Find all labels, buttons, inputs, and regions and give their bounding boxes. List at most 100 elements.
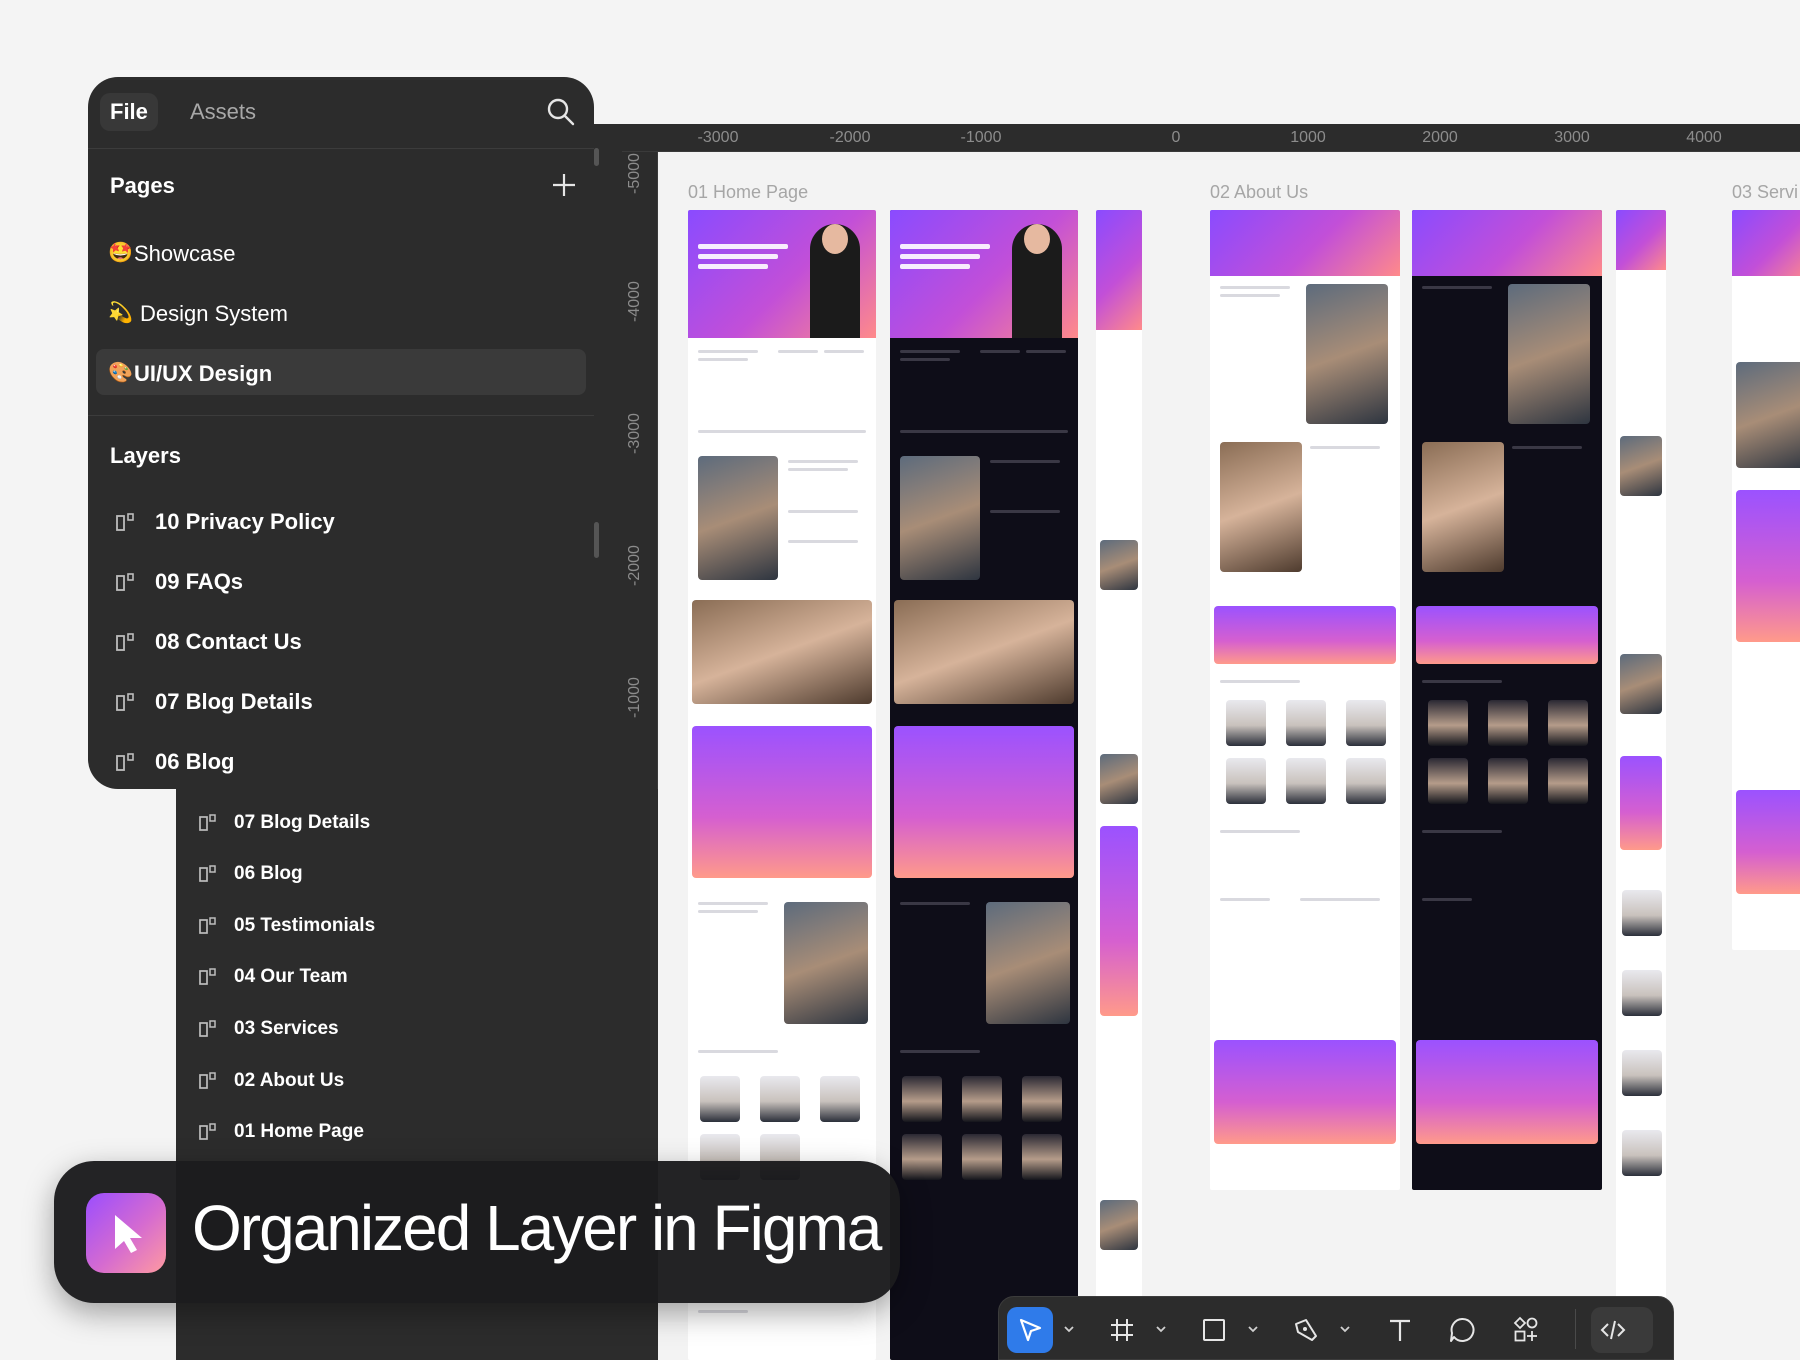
hero-person-image: [1012, 224, 1062, 338]
page-item-label: Showcase: [134, 241, 236, 266]
pen-tool-button[interactable]: [1283, 1307, 1329, 1353]
layer-item[interactable]: 07 Blog Details: [176, 801, 658, 845]
layer-item[interactable]: 06 Blog: [176, 852, 658, 896]
frame-label-services[interactable]: 03 Servi: [1732, 182, 1798, 203]
palette-emoji-icon: 🎨: [108, 360, 133, 384]
layers-title: Layers: [110, 443, 181, 468]
promo-banner: Organized Layer in Figma: [54, 1161, 900, 1303]
components-icon: [1513, 1316, 1538, 1342]
layer-label: 03 Services: [234, 1018, 339, 1039]
section-icon: [198, 916, 218, 936]
panel-tabs: File Assets: [88, 77, 594, 149]
text-tool-button[interactable]: [1377, 1307, 1423, 1353]
rectangle-icon: [1203, 1319, 1225, 1341]
tab-file[interactable]: File: [100, 93, 158, 131]
panel-edge: [594, 124, 622, 789]
layer-item[interactable]: 07 Blog Details: [88, 677, 594, 727]
move-tool-button[interactable]: [1007, 1307, 1053, 1353]
pen-icon: [1295, 1319, 1317, 1341]
journey-photo: [784, 902, 868, 1024]
comment-tool-button[interactable]: [1439, 1307, 1485, 1353]
tab-assets[interactable]: Assets: [180, 93, 266, 131]
layer-label: 08 Contact Us: [155, 629, 302, 654]
layer-item[interactable]: 06 Blog: [88, 737, 594, 787]
add-page-icon[interactable]: [548, 169, 580, 201]
ruler-tick: -3000: [697, 129, 739, 146]
layer-label: 07 Blog Details: [234, 812, 371, 833]
page-item-design-system[interactable]: 💫 Design System: [96, 289, 586, 335]
layer-item[interactable]: 09 FAQs: [88, 557, 594, 607]
section-icon: [198, 813, 218, 833]
frame-home-mobile[interactable]: [1096, 210, 1142, 1310]
scrollbar[interactable]: [594, 522, 599, 558]
section-icon: [114, 691, 136, 713]
frame-label-home[interactable]: 01 Home Page: [688, 182, 808, 203]
section-icon: [198, 864, 218, 884]
section-icon: [198, 967, 218, 987]
layer-label: 09 FAQs: [155, 569, 244, 594]
ruler-tick: -1000: [960, 129, 1002, 146]
scrollbar[interactable]: [594, 148, 599, 166]
layer-item[interactable]: 05 Testimonials: [176, 904, 658, 948]
section-icon: [114, 751, 136, 773]
ruler-tick: -5000: [626, 153, 643, 194]
ruler-horizontal: -3000 -2000 -1000 0 1000 2000 3000 4000: [594, 124, 1800, 152]
ruler-tick: -1000: [626, 677, 643, 718]
dev-mode-toggle[interactable]: [1591, 1307, 1653, 1353]
ruler-tick: 4000: [1686, 129, 1722, 146]
layer-item[interactable]: 03 Services: [176, 1007, 658, 1051]
pages-title: Pages: [110, 173, 175, 198]
layer-item[interactable]: 02 About Us: [176, 1059, 658, 1103]
frame-tool-button[interactable]: [1099, 1307, 1145, 1353]
bottom-toolbar: [998, 1296, 1674, 1360]
comment-icon: [1450, 1317, 1475, 1342]
frame-about-light[interactable]: [1210, 210, 1400, 1190]
ruler-tick: 1000: [1290, 129, 1326, 146]
search-icon[interactable]: [544, 95, 578, 129]
layer-label: 07 Blog Details: [155, 689, 313, 714]
layer-item[interactable]: 01 Home Page: [176, 1110, 658, 1154]
gradient-cta: [692, 726, 872, 878]
ruler-tick: -2000: [829, 129, 871, 146]
page-item-showcase[interactable]: 🤩 Showcase: [96, 229, 586, 275]
layer-label: 06 Blog: [234, 863, 303, 884]
components-tool-button[interactable]: [1503, 1307, 1549, 1353]
layer-item[interactable]: 04 Our Team: [176, 955, 658, 999]
team-photo: [692, 600, 872, 704]
frame-label-about[interactable]: 02 About Us: [1210, 182, 1308, 203]
ruler-tick: -3000: [626, 413, 643, 454]
ruler-tick: 3000: [1554, 129, 1590, 146]
hero-person-image: [810, 224, 860, 338]
layer-label: 01 Home Page: [234, 1121, 364, 1142]
section-icon: [114, 571, 136, 593]
section-icon: [198, 1122, 218, 1142]
rectangle-tool-button[interactable]: [1191, 1307, 1237, 1353]
chevron-down-icon[interactable]: [1247, 1323, 1259, 1335]
section-icon: [114, 511, 136, 533]
frame-about-mobile[interactable]: [1616, 210, 1666, 1310]
gradient-cta: [894, 726, 1074, 878]
cursor-icon: [1019, 1318, 1042, 1342]
frame-services-light[interactable]: [1732, 210, 1800, 950]
hero-section: [890, 210, 1078, 338]
layer-item[interactable]: 10 Privacy Policy: [88, 497, 594, 547]
hero-section: [688, 210, 876, 338]
ruler-tick: 2000: [1422, 129, 1458, 146]
layer-label: 10 Privacy Policy: [155, 509, 335, 534]
dizzy-emoji-icon: 💫: [108, 300, 133, 324]
frame-home-dark[interactable]: [890, 210, 1078, 1360]
page-item-uiux-design[interactable]: 🎨 UI/UX Design: [96, 349, 586, 395]
layer-label: 05 Testimonials: [234, 915, 376, 936]
chevron-down-icon[interactable]: [1155, 1323, 1167, 1335]
layer-label: 04 Our Team: [234, 966, 348, 987]
page-item-label: UI/UX Design: [134, 361, 273, 386]
feature-photo: [900, 456, 980, 580]
code-icon: [1600, 1320, 1626, 1340]
chevron-down-icon[interactable]: [1339, 1323, 1351, 1335]
frame-about-dark[interactable]: [1412, 210, 1602, 1190]
star-struck-emoji-icon: 🤩: [108, 240, 133, 264]
section-icon: [198, 1019, 218, 1039]
feature-photo: [698, 456, 778, 580]
chevron-down-icon[interactable]: [1063, 1323, 1075, 1335]
layer-item[interactable]: 08 Contact Us: [88, 617, 594, 667]
